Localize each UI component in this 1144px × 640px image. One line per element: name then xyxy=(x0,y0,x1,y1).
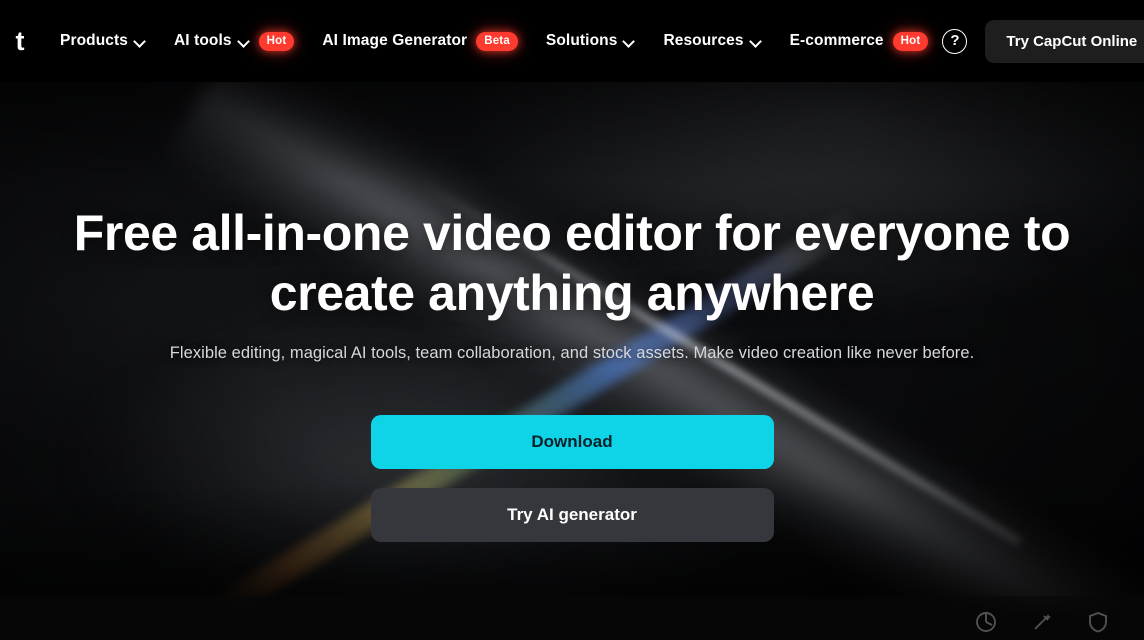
nav-item-products[interactable]: Products xyxy=(46,0,160,82)
shield-icon[interactable] xyxy=(1086,610,1110,634)
main-navigation-bar: t Products AI tools Hot AI Image Generat… xyxy=(0,0,1144,82)
nav-item-label: AI tools xyxy=(173,32,232,49)
beta-badge: Beta xyxy=(476,31,518,51)
magic-wand-icon[interactable] xyxy=(1030,610,1054,634)
chevron-down-icon xyxy=(239,37,250,48)
dashboard-icon[interactable] xyxy=(974,610,998,634)
nav-item-ai-image-generator[interactable]: AI Image Generator Beta xyxy=(308,0,532,82)
chevron-down-icon xyxy=(135,37,146,48)
headline-line-1: Free all-in-one video editor for everyon… xyxy=(73,205,1071,261)
hot-badge: Hot xyxy=(258,31,295,51)
nav-item-label: Solutions xyxy=(545,32,618,49)
help-glyph: ? xyxy=(950,32,960,49)
try-ai-generator-button[interactable]: Try AI generator xyxy=(370,488,774,542)
download-button[interactable]: Download xyxy=(370,415,774,469)
hero-cta-group: Download Try AI generator xyxy=(0,415,1144,542)
nav-item-list: Products AI tools Hot AI Image Generator… xyxy=(46,0,942,82)
chevron-down-icon xyxy=(624,37,635,48)
bottom-overlay-bar xyxy=(0,596,1144,640)
nav-item-solutions[interactable]: Solutions xyxy=(532,0,650,82)
nav-item-label: Products xyxy=(60,32,128,49)
nav-item-label: AI Image Generator xyxy=(322,32,468,49)
nav-item-label: E-commerce xyxy=(789,32,884,49)
chevron-down-icon xyxy=(751,37,762,48)
nav-item-ai-tools[interactable]: AI tools Hot xyxy=(160,0,308,82)
nav-item-resources[interactable]: Resources xyxy=(649,0,775,82)
hot-badge: Hot xyxy=(892,31,929,51)
hero-section: Free all-in-one video editor for everyon… xyxy=(0,82,1144,640)
hero-subtitle: Flexible editing, magical AI tools, team… xyxy=(169,344,975,362)
bottom-icon-group xyxy=(974,610,1110,634)
headline-line-2: create anything anywhere xyxy=(269,264,875,321)
hero-content: Free all-in-one video editor for everyon… xyxy=(0,82,1144,640)
logo-text-fragment: t xyxy=(15,25,25,56)
nav-item-label: Resources xyxy=(663,32,744,49)
page-title: Free all-in-one video editor for everyon… xyxy=(0,204,1144,323)
capcut-logo[interactable]: t xyxy=(0,0,26,82)
nav-item-e-commerce[interactable]: E-commerce Hot xyxy=(776,0,943,82)
nav-right-group: ? Try CapCut Online xyxy=(942,19,1144,63)
try-capcut-online-button[interactable]: Try CapCut Online xyxy=(985,19,1144,63)
help-circle-icon[interactable]: ? xyxy=(942,28,968,54)
capcut-landing-page: t Products AI tools Hot AI Image Generat… xyxy=(0,0,1144,640)
